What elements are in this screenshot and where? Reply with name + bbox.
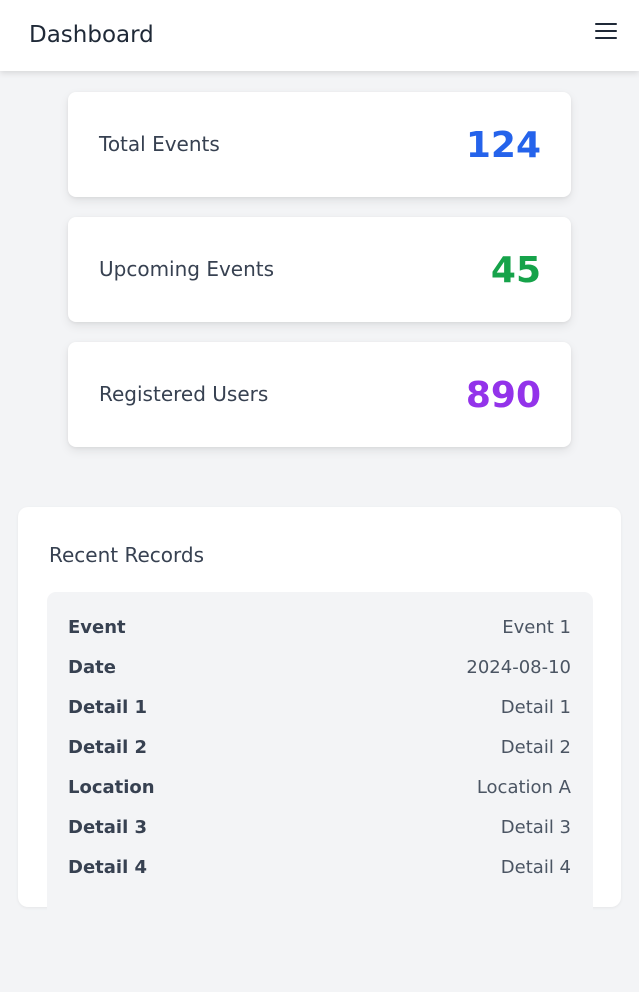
record-row-detail-1: Detail 1 Detail 1	[68, 694, 571, 722]
record-row-detail-4: Detail 4 Detail 4	[68, 854, 571, 882]
record-key: Date	[68, 657, 116, 678]
stat-value: 124	[465, 125, 541, 166]
record-value: Detail 2	[500, 737, 571, 758]
record-row-location: Location Location A	[68, 774, 571, 802]
recent-records-card: Recent Records Event Event 1 Date 2024-0…	[18, 507, 621, 992]
record-value: Location A	[476, 777, 571, 798]
record-key: Detail 2	[68, 737, 148, 758]
menu-line	[595, 30, 617, 32]
hamburger-menu-icon[interactable]	[592, 19, 620, 45]
stat-label: Upcoming Events	[99, 257, 275, 281]
record-key: Location	[68, 777, 155, 798]
record-row-date: Date 2024-08-10	[68, 654, 571, 682]
record-key: Detail 4	[68, 857, 148, 878]
stat-card-total-events: Total Events 124	[68, 92, 571, 197]
record-row-detail-3: Detail 3 Detail 3	[68, 814, 571, 842]
record-row-detail-2: Detail 2 Detail 2	[68, 734, 571, 762]
record-value: 2024-08-10	[466, 657, 571, 678]
stat-label: Registered Users	[99, 382, 269, 406]
menu-line	[595, 23, 617, 25]
record-row-event: Event Event 1	[68, 614, 571, 642]
record-value: Detail 4	[500, 857, 571, 878]
stat-card-upcoming-events: Upcoming Events 45	[68, 217, 571, 322]
page-title: Dashboard	[29, 22, 154, 48]
menu-line	[595, 37, 617, 39]
record-value: Detail 1	[500, 697, 571, 718]
record-value: Event 1	[502, 617, 571, 638]
recent-records-title: Recent Records	[49, 543, 204, 567]
record-value: Detail 3	[500, 817, 571, 838]
top-bar: Dashboard	[0, 0, 639, 71]
record-key: Detail 1	[68, 697, 148, 718]
stat-card-registered-users: Registered Users 890	[68, 342, 571, 447]
record-key: Event	[68, 617, 126, 638]
stat-label: Total Events	[99, 132, 220, 156]
stat-value: 45	[490, 250, 541, 291]
record-item: Event Event 1 Date 2024-08-10 Detail 1 D…	[47, 592, 593, 992]
record-key: Detail 3	[68, 817, 148, 838]
stat-value: 890	[465, 375, 541, 416]
